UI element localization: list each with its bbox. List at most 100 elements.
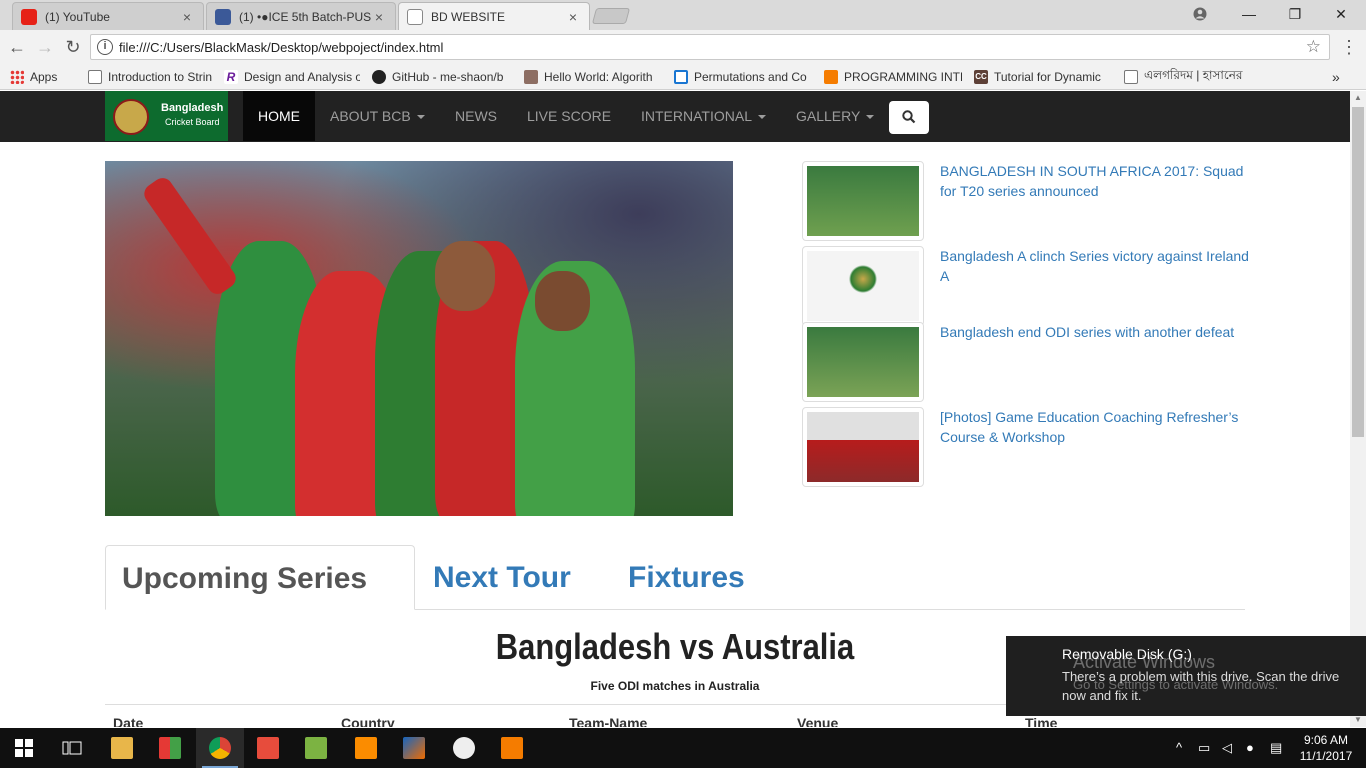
tab-fixtures[interactable]: Fixtures [628, 545, 745, 609]
app-button[interactable] [146, 728, 194, 768]
avatar-icon [524, 70, 538, 84]
news-headline[interactable]: Bangladesh end ODI series with another d… [940, 322, 1250, 342]
bug-tool-icon [453, 737, 475, 759]
page-icon [88, 70, 102, 84]
nav-label: GALLERY [796, 108, 861, 124]
notification-toast[interactable]: Removable Disk (G:) There’s a problem wi… [1006, 636, 1366, 716]
nav-international[interactable]: INTERNATIONAL [626, 91, 781, 141]
news-headline[interactable]: [Photos] Game Education Coaching Refresh… [940, 407, 1250, 447]
file-explorer-button[interactable] [98, 728, 146, 768]
app-button[interactable] [292, 728, 340, 768]
bookmarks-bar: Apps Introduction to String R Design and… [0, 64, 1366, 90]
news-headline[interactable]: Bangladesh A clinch Series victory again… [940, 246, 1250, 286]
profile-icon[interactable] [1178, 0, 1222, 28]
clock-date: 11/1/2017 [1299, 749, 1353, 763]
forward-arrow-icon[interactable]: → [34, 36, 56, 58]
blogger-icon [824, 70, 838, 84]
nav-gallery[interactable]: GALLERY [781, 91, 889, 141]
bookmarks-overflow-button[interactable]: » [1332, 68, 1340, 86]
nav-home[interactable]: HOME [243, 91, 315, 141]
youtube-icon [21, 8, 37, 25]
folder-icon [111, 737, 133, 759]
news-headline[interactable]: BANGLADESH IN SOUTH AFRICA 2017: Squad f… [940, 161, 1250, 201]
search-button[interactable] [889, 101, 929, 134]
site-navbar: Bangladesh Cricket Board HOME ABOUT BCB … [0, 91, 1350, 142]
chrome-button[interactable] [196, 728, 244, 768]
scrollbar-thumb[interactable] [1352, 107, 1364, 437]
address-bar[interactable]: i file:///C:/Users/BlackMask/Desktop/web… [90, 34, 1330, 60]
news-thumbnail[interactable] [802, 407, 924, 487]
hero-team-photo [105, 161, 733, 516]
news-item[interactable]: BANGLADESH IN SOUTH AFRICA 2017: Squad f… [802, 161, 1262, 243]
nav-label: INTERNATIONAL [641, 108, 752, 124]
maximize-button[interactable]: ❐ [1272, 0, 1318, 28]
volume-icon[interactable]: ◁ [1222, 740, 1232, 756]
minimize-button[interactable]: — [1226, 0, 1272, 28]
scroll-up-icon[interactable]: ▲ [1350, 91, 1366, 105]
windows-taskbar: ^ ▭ ◁ ● ▤ 9:06 AM 11/1/2017 [0, 728, 1366, 768]
bcb-crest-icon [113, 99, 149, 135]
menu-dots-icon[interactable]: ⋮ [1340, 36, 1358, 58]
nav-news[interactable]: NEWS [440, 91, 512, 141]
apps-grid-icon [10, 70, 24, 84]
bookmark-label: Apps [30, 70, 58, 84]
info-icon[interactable]: i [97, 39, 113, 55]
tab-next-tour[interactable]: Next Tour [433, 545, 571, 609]
app-button[interactable] [342, 728, 390, 768]
app-button[interactable] [390, 728, 438, 768]
news-item[interactable]: Bangladesh end ODI series with another d… [802, 322, 1262, 404]
network-warning-icon[interactable]: ▭ [1198, 740, 1210, 756]
bookmark-item[interactable]: Hello World: Algorith [524, 68, 660, 86]
action-center-icon[interactable]: ▤ [1270, 740, 1282, 756]
close-window-button[interactable]: ✕ [1318, 0, 1364, 28]
tab-title: (1) •●ICE 5th Batch-PUST [239, 9, 371, 24]
news-item[interactable]: Bangladesh A clinch Series victory again… [802, 246, 1262, 328]
bookmark-item[interactable]: GitHub - me-shaon/b [372, 68, 512, 86]
clock[interactable]: 9:06 AM 11/1/2017 [1296, 732, 1356, 764]
news-thumbnail[interactable] [802, 161, 924, 241]
github-icon [372, 70, 386, 84]
back-arrow-icon[interactable]: ← [6, 36, 28, 58]
bookmark-item[interactable]: CC Tutorial for Dynamic [974, 68, 1110, 86]
news-item[interactable]: [Photos] Game Education Coaching Refresh… [802, 407, 1262, 489]
bookmark-item[interactable]: এলগরিদম | হাসানের [1124, 68, 1264, 86]
bookmark-item[interactable]: Introduction to String [88, 68, 212, 86]
browser-tab-strip: (1) YouTube × (1) •●ICE 5th Batch-PUST ×… [0, 0, 1366, 30]
chrome-tray-icon[interactable]: ● [1246, 740, 1254, 755]
bookmark-item[interactable]: Permutations and Co [674, 68, 810, 86]
app-button[interactable] [244, 728, 292, 768]
bookmark-apps[interactable]: Apps [10, 68, 74, 86]
app-button[interactable] [488, 728, 536, 768]
app-button[interactable] [440, 728, 488, 768]
bookmark-item[interactable]: PROGRAMMING INTE [824, 68, 962, 86]
column-header: Team-Name [569, 715, 648, 727]
nav-about-bcb[interactable]: ABOUT BCB [315, 91, 440, 141]
close-tab-icon[interactable]: × [565, 9, 581, 25]
task-view-button[interactable] [48, 728, 96, 768]
tab-upcoming-series[interactable]: Upcoming Series [105, 545, 415, 610]
xampp-icon [355, 737, 377, 759]
reload-icon[interactable]: ↻ [62, 36, 84, 58]
clock-time: 9:06 AM [1303, 733, 1349, 747]
tray-overflow-icon[interactable]: ^ [1176, 740, 1182, 755]
news-thumbnail[interactable] [802, 246, 924, 326]
news-thumbnail[interactable] [802, 322, 924, 402]
bookmark-label: Design and Analysis o [244, 70, 360, 84]
close-tab-icon[interactable]: × [179, 9, 195, 25]
close-tab-icon[interactable]: × [371, 9, 387, 25]
bookmark-item[interactable]: R Design and Analysis o [224, 68, 360, 86]
tab-youtube[interactable]: (1) YouTube × [12, 2, 204, 30]
tab-title: BD WEBSITE [431, 9, 506, 24]
nav-live-score[interactable]: LIVE SCORE [512, 91, 626, 141]
bcb-logo[interactable]: Bangladesh Cricket Board [105, 91, 228, 141]
tab-facebook[interactable]: (1) •●ICE 5th Batch-PUST × [206, 2, 396, 30]
bookmark-star-icon[interactable]: ☆ [1306, 37, 1321, 57]
web-page: Bangladesh Cricket Board HOME ABOUT BCB … [0, 91, 1350, 727]
bookmark-label: এলগরিদম | হাসানের [1144, 68, 1243, 82]
tab-bd-website[interactable]: BD WEBSITE × [398, 2, 590, 30]
start-button[interactable] [0, 728, 48, 768]
page-scrollbar[interactable]: ▲ ▼ [1350, 91, 1366, 727]
new-tab-button[interactable] [591, 8, 631, 24]
nav-label: HOME [258, 108, 300, 124]
url-text[interactable]: file:///C:/Users/BlackMask/Desktop/webpo… [119, 40, 443, 55]
